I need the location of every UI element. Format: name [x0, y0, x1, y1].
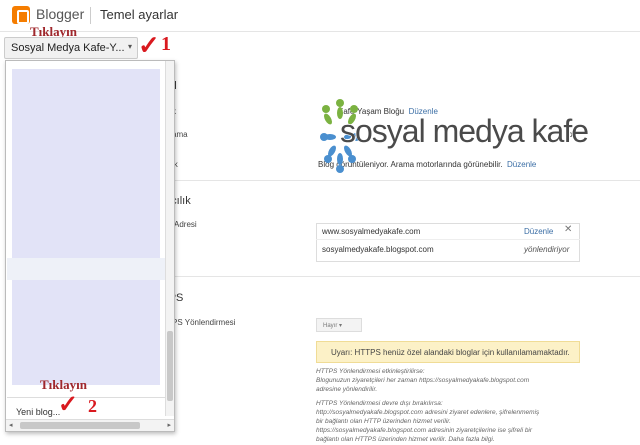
- top-bar: Blogger Temel ayarlar: [0, 0, 640, 32]
- horizontal-scrollbar[interactable]: ◂ ▸: [6, 419, 174, 431]
- https-note-line: bağlantı olan HTTPS üzerinden hizmet ver…: [316, 436, 495, 443]
- scroll-right-icon[interactable]: ▸: [167, 421, 171, 429]
- annotation-number-2: 2: [88, 396, 97, 416]
- https-note-line: bir bağlantı olan HTTP üzerinden hizmet …: [316, 418, 451, 425]
- https-note-line: HTTPS Yönlendirmesi etkinleştirilirse:: [316, 368, 425, 375]
- checkmark-icon: ✓: [138, 30, 160, 60]
- https-redirect-select[interactable]: Hayır ▾: [316, 318, 362, 332]
- scroll-left-icon[interactable]: ◂: [9, 421, 13, 429]
- blogspot-address-value: sosyalmedyakafe.blogspot.com: [322, 245, 434, 254]
- blog-list[interactable]: [12, 69, 160, 385]
- blog-list-dropdown[interactable]: Yeni blog... ◂ ▸: [5, 60, 175, 432]
- watermark-text: sosyal medya kafe: [340, 113, 589, 149]
- https-note-line: Blogunuzun ziyaretçileri her zaman https…: [316, 377, 530, 384]
- checkmark-icon: ✓: [58, 391, 79, 418]
- scrollbar-thumb[interactable]: [20, 422, 140, 429]
- scrollbar-thumb[interactable]: [167, 331, 173, 401]
- annotation-number-1: 1: [161, 33, 171, 55]
- https-note-line: adresine yönlendirilir.: [316, 386, 378, 393]
- divider: [160, 180, 640, 181]
- edit-domain-link[interactable]: Düzenle: [524, 227, 553, 236]
- page-title: Temel ayarlar: [100, 7, 179, 22]
- chevron-down-icon: ▾: [127, 42, 132, 51]
- divider: [7, 397, 167, 398]
- redirect-status: yönlendiriyor: [524, 245, 570, 254]
- https-warning: Uyarı: HTTPS henüz özel alandaki bloglar…: [316, 341, 580, 363]
- header-divider: [90, 7, 91, 24]
- list-item-highlight[interactable]: [7, 258, 167, 280]
- vertical-scrollbar[interactable]: [165, 61, 174, 416]
- https-note-line: HTTPS Yönlendirmesi devre dışı bırakılır…: [316, 400, 443, 407]
- blog-selector-label: Sosyal Medya Kafe-Y...: [11, 42, 125, 54]
- new-blog-button[interactable]: Yeni blog...: [16, 407, 60, 417]
- blog-selector[interactable]: Sosyal Medya Kafe-Y... ▾: [4, 37, 138, 59]
- https-label-redirect: PS Yönlendirmesi: [172, 318, 236, 327]
- custom-domain-value: www.sosyalmedyakafe.com: [322, 227, 421, 236]
- brand-name[interactable]: Blogger: [36, 6, 84, 22]
- https-note-line: https://sosyalmedyakafe.blogspot.com adr…: [316, 427, 533, 434]
- close-icon[interactable]: ✕: [564, 224, 572, 235]
- divider: [160, 276, 640, 277]
- https-select-value: Hayır: [323, 323, 338, 329]
- publishing-label-address: Adresi: [174, 220, 197, 229]
- blogger-logo-icon[interactable]: [12, 6, 30, 24]
- https-note-line: http://sosyalmedyakafe.blogspot.com adre…: [316, 409, 540, 416]
- domain-box-divider: [316, 239, 580, 240]
